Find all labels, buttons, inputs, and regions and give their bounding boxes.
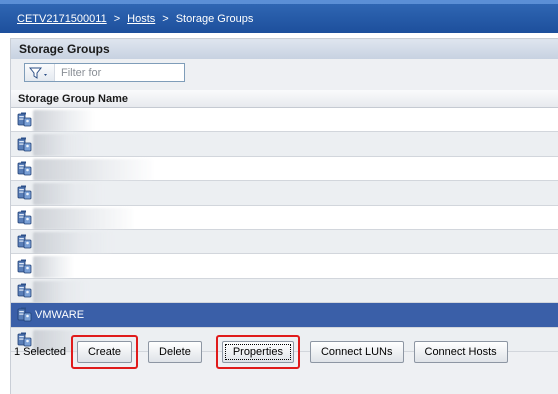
redacted-name	[33, 134, 91, 157]
funnel-icon	[28, 67, 47, 79]
storage-group-icon	[17, 161, 32, 176]
action-bar: 1 Selected Create Delete Properties Conn…	[11, 335, 558, 369]
redacted-name	[33, 256, 73, 279]
redacted-name	[33, 280, 88, 303]
storage-group-icon	[17, 210, 32, 225]
breadcrumb-system-link[interactable]: CETV2171500011	[17, 13, 107, 25]
storage-group-icon	[17, 307, 32, 322]
selected-count: 1 Selected	[14, 346, 66, 358]
table-row[interactable]	[11, 254, 558, 279]
storage-group-icon	[17, 185, 32, 200]
storage-group-icon	[17, 259, 32, 273]
breadcrumb: CETV2171500011 > Hosts > Storage Groups	[0, 0, 558, 33]
storage-group-icon	[17, 234, 32, 249]
storage-group-grid: Storage Group Name VMWARE	[11, 90, 558, 352]
storage-group-icon	[17, 283, 32, 298]
table-row[interactable]	[11, 132, 558, 157]
create-button[interactable]: Create	[76, 341, 133, 363]
storage-groups-panel: Storage Groups Storage Group Name VMWARE…	[10, 38, 558, 394]
grid-body: VMWARE	[11, 108, 558, 352]
breadcrumb-current: Storage Groups	[175, 12, 254, 25]
redacted-name	[33, 231, 113, 254]
column-header-storage-group-name[interactable]: Storage Group Name	[11, 90, 558, 108]
properties-button[interactable]: Properties	[221, 341, 294, 363]
redacted-name	[33, 183, 103, 206]
redacted-name	[33, 110, 93, 132]
redacted-name	[33, 207, 133, 230]
storage-group-icon	[17, 112, 32, 127]
delete-button[interactable]: Delete	[148, 341, 202, 363]
highlight-box: Properties	[215, 335, 300, 369]
table-row[interactable]: VMWARE	[11, 303, 558, 328]
table-row[interactable]	[11, 205, 558, 230]
filter-menu-button[interactable]	[25, 64, 55, 81]
panel-title: Storage Groups	[11, 39, 558, 59]
table-row[interactable]	[11, 229, 558, 255]
connect-luns-button[interactable]: Connect LUNs	[309, 341, 404, 363]
table-row[interactable]	[11, 278, 558, 304]
storage-group-icon	[17, 137, 32, 151]
highlight-box: Create	[70, 335, 139, 369]
breadcrumb-separator: >	[113, 12, 121, 25]
redacted-name	[33, 158, 153, 181]
breadcrumb-hosts-link[interactable]: Hosts	[127, 13, 155, 25]
table-row[interactable]	[11, 108, 558, 133]
filter-input[interactable]	[61, 65, 181, 80]
filter-box	[24, 63, 185, 82]
connect-hosts-button[interactable]: Connect Hosts	[413, 341, 508, 363]
table-row[interactable]	[11, 181, 558, 206]
table-row[interactable]	[11, 156, 558, 182]
breadcrumb-separator: >	[162, 12, 169, 25]
row-label: VMWARE	[35, 308, 85, 321]
